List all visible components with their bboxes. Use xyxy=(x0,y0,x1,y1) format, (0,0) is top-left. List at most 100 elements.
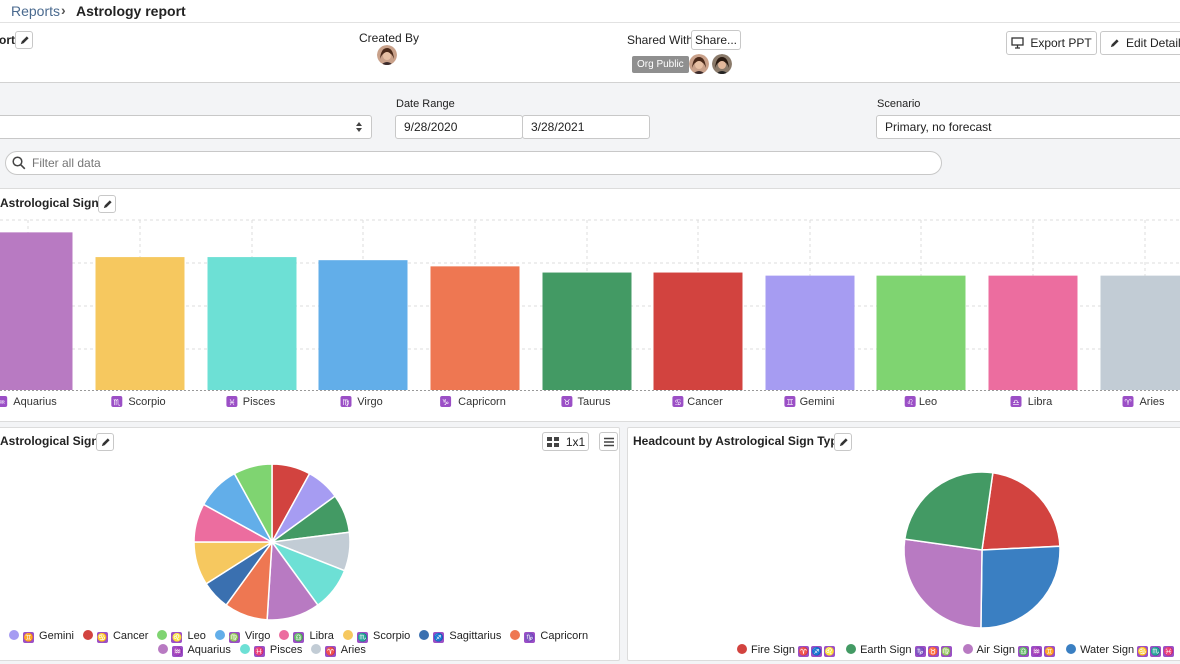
sign-glyph-icon: ♈ xyxy=(798,646,810,657)
legend-item-pisces[interactable]: ♓ Pisces xyxy=(239,644,302,657)
created-by-label: Created By xyxy=(359,31,420,45)
svg-text:♋: ♋ xyxy=(674,398,681,407)
legend-item-aquarius[interactable]: ♒ Aquarius xyxy=(158,644,231,657)
legend-dot xyxy=(239,644,250,654)
svg-text:Cancer: Cancer xyxy=(687,396,723,408)
creator-avatar[interactable] xyxy=(377,45,397,65)
legend-dot xyxy=(279,630,290,640)
pie-slice-fire-sign[interactable] xyxy=(981,471,1061,551)
grid-layout-button[interactable]: 1x1 xyxy=(542,432,589,451)
edit-sign-type-pie-button[interactable] xyxy=(834,433,852,451)
menu-button[interactable] xyxy=(599,432,618,451)
bar-aries[interactable] xyxy=(1100,275,1180,390)
shared-user-avatar[interactable] xyxy=(689,54,709,74)
pencil-icon xyxy=(839,437,848,446)
sign-type-pie-title: Headcount by Astrological Sign Type xyxy=(633,434,845,448)
edit-title-button[interactable] xyxy=(15,31,33,49)
legend-item-capricorn[interactable]: ♑ Capricorn xyxy=(510,630,588,643)
legend-item-fire-sign[interactable]: Fire Sign ♈ ♐ ♌ xyxy=(737,644,837,657)
sign-pie-title: Astrological Sign xyxy=(0,434,99,448)
legend-item-cancer[interactable]: ♋ Cancer xyxy=(82,630,149,643)
sign-glyph-icon: ♑ xyxy=(524,632,536,643)
legend-dot xyxy=(158,644,168,654)
svg-text:♑: ♑ xyxy=(442,398,449,407)
bar-tick-label: Gemini ♊ xyxy=(784,396,834,408)
legend-dot xyxy=(1066,644,1077,654)
bar-pisces[interactable] xyxy=(207,257,297,390)
date-end-input[interactable]: 3/28/2021 xyxy=(522,115,650,139)
bar-virgo[interactable] xyxy=(318,260,408,390)
legend-item-earth-sign[interactable]: Earth Sign ♑ ♉ ♍ xyxy=(846,644,953,657)
bar-chart-title: Astrological Sign xyxy=(0,196,99,210)
svg-text:♌: ♌ xyxy=(907,398,914,407)
legend-dot xyxy=(510,630,521,640)
edit-details-button[interactable]: Edit Details xyxy=(1100,31,1180,55)
date-range-label: Date Range xyxy=(396,98,455,110)
sign-glyph-icon: ♋ xyxy=(1137,646,1149,657)
breadcrumb-separator: › xyxy=(61,2,66,18)
bar-leo[interactable] xyxy=(876,275,966,390)
sign-glyph-icon: ♌ xyxy=(824,646,836,657)
pencil-icon xyxy=(20,35,29,44)
sign-glyph-icon: ♓ xyxy=(1163,646,1175,657)
grid-layout-label: 1x1 xyxy=(565,434,586,449)
bar-gemini[interactable] xyxy=(765,275,855,390)
edit-bar-chart-button[interactable] xyxy=(98,195,116,213)
pie-slice-air-sign[interactable] xyxy=(903,538,983,629)
bar-libra[interactable] xyxy=(988,275,1078,390)
sign-glyph-icon: ♊ xyxy=(23,632,34,643)
date-start-input[interactable]: 9/28/2020 xyxy=(395,115,523,139)
pencil-icon xyxy=(103,199,112,208)
legend-item-water-sign[interactable]: Water Sign ♋ ♏ ♓ xyxy=(1066,644,1176,657)
filter-search-input[interactable] xyxy=(30,155,914,171)
hamburger-menu-icon xyxy=(603,437,614,446)
svg-text:Taurus: Taurus xyxy=(577,396,611,408)
bar-cancer[interactable] xyxy=(653,272,743,390)
bar-scorpio[interactable] xyxy=(95,257,185,390)
sign-pie-chart xyxy=(193,463,351,621)
bar-tick-label: Virgo ♍ xyxy=(340,396,383,408)
edit-sign-pie-button[interactable] xyxy=(96,433,114,451)
scenario-label: Scenario xyxy=(877,98,921,110)
legend-dot xyxy=(82,630,93,640)
legend-label: Gemini xyxy=(36,630,74,642)
legend-dot xyxy=(342,630,353,640)
sign-glyph-icon: ♉ xyxy=(927,646,939,657)
shared-user-avatar[interactable] xyxy=(712,54,732,74)
search-icon xyxy=(12,156,26,170)
bar-capricorn[interactable] xyxy=(430,266,520,390)
legend-label: Scorpio xyxy=(369,630,411,642)
bar-aquarius[interactable] xyxy=(0,232,73,390)
svg-text:♎: ♎ xyxy=(1012,398,1019,407)
legend-item-sagittarius[interactable]: ♐ Sagittarius xyxy=(419,630,501,643)
svg-text:♍: ♍ xyxy=(342,398,349,407)
svg-text:♒: ♒ xyxy=(0,398,5,407)
bar-tick-label: Aries ♈ xyxy=(1122,396,1165,408)
pencil-icon xyxy=(1110,38,1119,47)
monitor-icon xyxy=(1011,37,1024,49)
export-ppt-label: Export PPT xyxy=(1030,36,1092,50)
group-by-select[interactable] xyxy=(0,115,372,139)
scenario-select[interactable]: Primary, no forecast xyxy=(876,115,1180,139)
sign-pie-legend: ♒ Aquarius ♓ Pisces ♈ Aries xyxy=(158,640,375,658)
legend-item-aries[interactable]: ♈ Aries xyxy=(311,644,366,657)
breadcrumb-reports-link[interactable]: Reports xyxy=(11,3,60,19)
sign-glyph-icon: ♈ xyxy=(325,646,337,657)
bar-taurus[interactable] xyxy=(542,272,632,390)
legend-label: Cancer xyxy=(109,630,149,642)
bar-tick-label: Taurus ♉ xyxy=(561,396,611,408)
legend-dot xyxy=(846,644,857,654)
share-button[interactable]: Share... xyxy=(691,30,741,50)
legend-item-gemini[interactable]: ♊ Gemini xyxy=(9,630,74,643)
svg-text:Aries: Aries xyxy=(1139,396,1165,408)
export-ppt-button[interactable]: Export PPT xyxy=(1006,31,1097,55)
edit-details-label: Edit Details xyxy=(1126,36,1180,50)
pie-slice-water-sign[interactable] xyxy=(980,545,1061,629)
legend-item-air-sign[interactable]: Air Sign ♎ ♒ ♊ xyxy=(962,644,1058,657)
sign-glyph-icon: ♋ xyxy=(96,632,108,643)
sign-glyph-icon: ♎ xyxy=(1018,646,1030,657)
pie-slice-earth-sign[interactable] xyxy=(903,471,994,551)
report-title: ort xyxy=(0,33,15,47)
svg-text:Libra: Libra xyxy=(1028,396,1053,408)
filter-search[interactable] xyxy=(5,151,942,175)
